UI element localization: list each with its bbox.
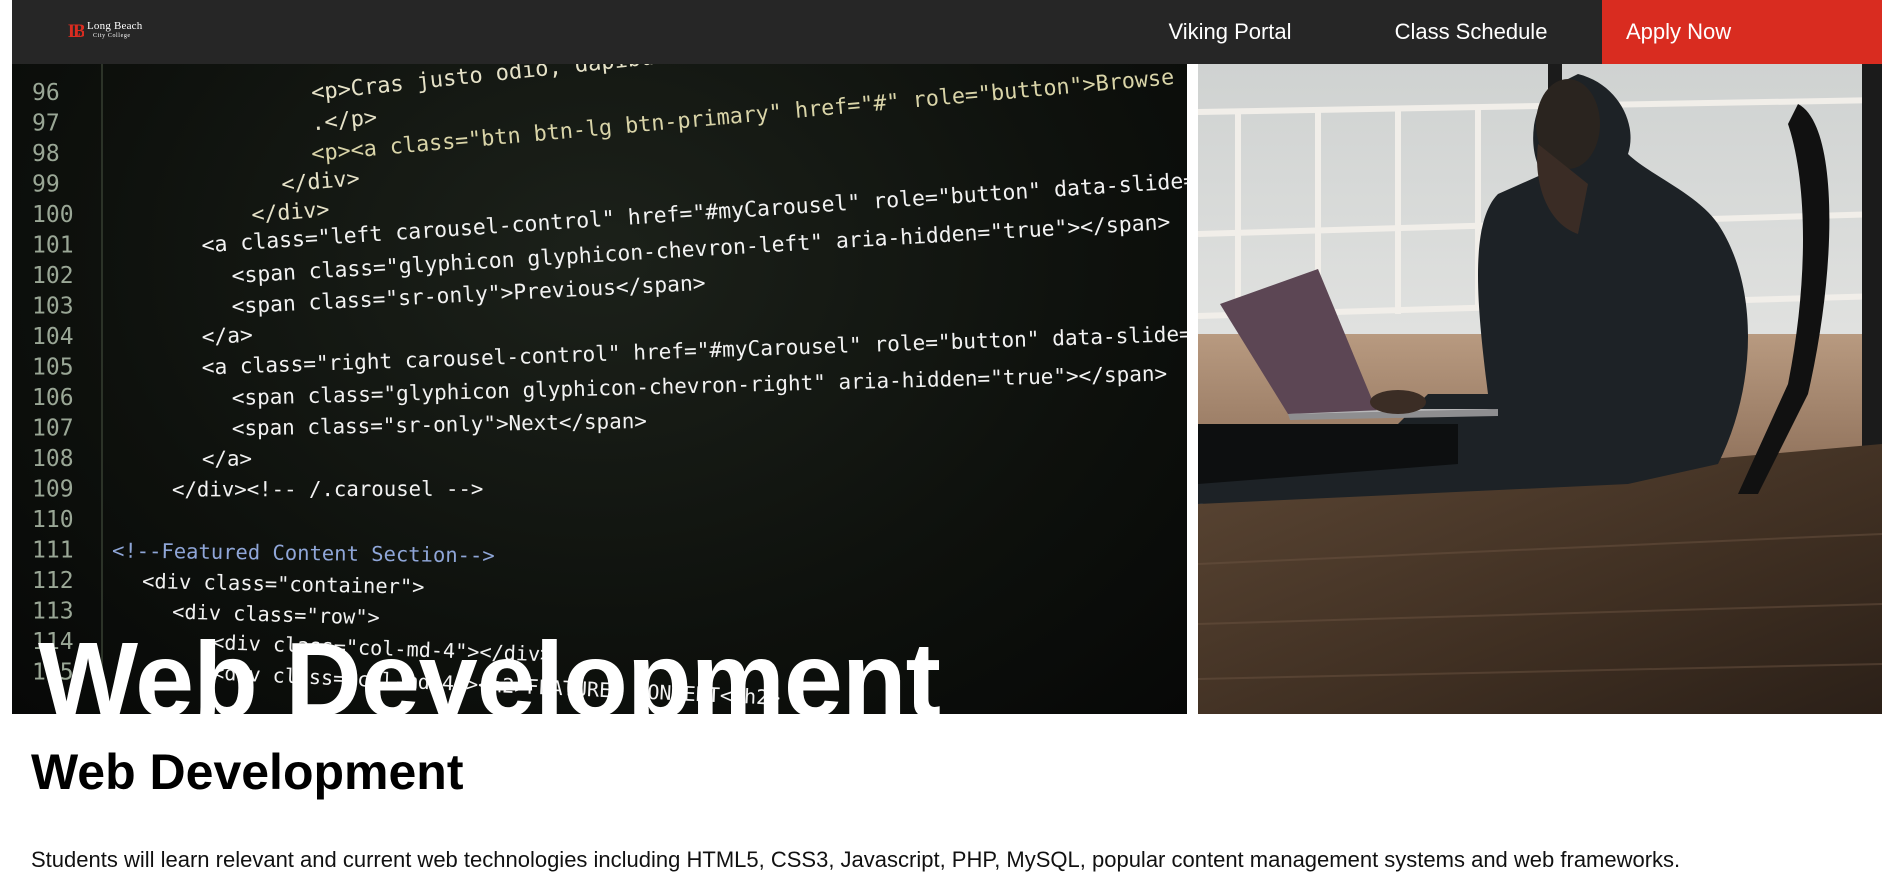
logo-line-1: Long Beach	[87, 20, 143, 32]
code-line-number: 103	[32, 294, 74, 320]
code-line-number: 110	[32, 507, 74, 533]
college-logo-link[interactable]: L B Long Beach City College	[68, 18, 142, 42]
man-with-laptop-image	[1198, 64, 1882, 714]
man-with-laptop-illustration	[1198, 64, 1882, 714]
code-line-number: 97	[32, 111, 60, 137]
code-line-text: </a>	[202, 446, 252, 471]
code-line-number: 105	[32, 355, 74, 381]
page: L B Long Beach City College Viking Porta…	[12, 0, 1882, 888]
program-description: Students will learn relevant and current…	[31, 847, 1681, 872]
hero-banner: 96<p>Cras justo odio, dapibus ac facilis…	[12, 64, 1882, 714]
code-line-number: 100	[32, 202, 74, 228]
code-line-number: 101	[32, 233, 74, 259]
site-header: L B Long Beach City College Viking Porta…	[12, 0, 1882, 64]
code-line-text: </div>	[251, 197, 331, 228]
code-line-text: .</p>	[310, 105, 378, 136]
code-line-number: 96	[32, 80, 60, 106]
code-line-number: 104	[32, 324, 74, 350]
main-nav: Viking Portal Class Schedule Apply Now	[1120, 0, 1882, 64]
code-line-number: 106	[32, 385, 74, 411]
code-line-number: 108	[32, 446, 74, 472]
code-screen-illustration: 96<p>Cras justo odio, dapibus ac facilis…	[32, 64, 1187, 714]
logo-line-2: City College	[93, 33, 131, 39]
code-line-text: <span class="sr-only">Next</span>	[232, 409, 647, 441]
code-line-number: 98	[32, 141, 60, 167]
code-line-number: 111	[32, 538, 74, 564]
nav-viking-portal[interactable]: Viking Portal	[1120, 0, 1340, 64]
code-line-number: 102	[32, 263, 74, 289]
nav-class-schedule[interactable]: Class Schedule	[1340, 0, 1602, 64]
logo-wordmark: Long Beach City College	[87, 20, 143, 40]
code-line-number: 112	[32, 568, 74, 594]
apply-now-button[interactable]: Apply Now	[1602, 0, 1882, 64]
hero-title: Web Development	[38, 621, 940, 714]
code-screen-image: 96<p>Cras justo odio, dapibus ac facilis…	[12, 64, 1187, 714]
code-line-text: <div class="container">	[142, 569, 425, 599]
code-line-number: 107	[32, 416, 74, 442]
lbcc-logo-icon: L B	[68, 19, 86, 42]
code-line-number: 109	[32, 477, 74, 503]
code-line-text: </div>	[280, 166, 360, 197]
code-line-number: 99	[32, 172, 60, 198]
code-line-text: </a>	[201, 322, 253, 349]
svg-text:B: B	[73, 21, 84, 41]
page-title: Web Development	[31, 744, 464, 800]
code-line-text: <!--Featured Content Section-->	[112, 539, 495, 568]
code-line-text: </div><!-- /.carousel -->	[172, 477, 483, 502]
